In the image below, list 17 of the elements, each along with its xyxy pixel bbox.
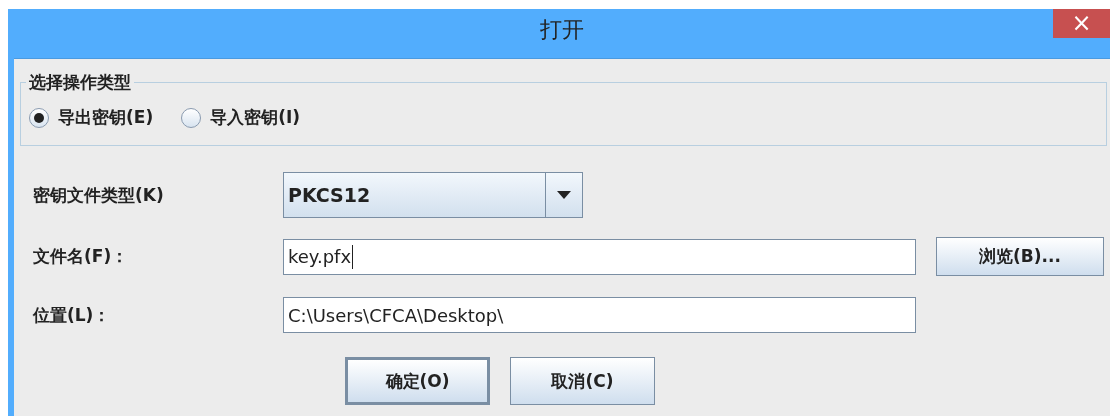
radio-button[interactable]: [181, 107, 202, 128]
radio-button[interactable]: [29, 107, 49, 128]
group-title: 选择操作类型: [28, 71, 132, 94]
browse-button[interactable]: 浏览(B)...: [936, 237, 1104, 276]
field-label: 位置(L)：: [32, 303, 112, 327]
key-type-dropdown[interactable]: PKCS12: [283, 172, 583, 218]
field-label: 文件名(F)：: [32, 245, 130, 268]
field-label: 密钥文件类型(K): [32, 183, 165, 207]
close-button[interactable]: ×: [1053, 9, 1110, 38]
window-title: 打开: [540, 15, 584, 44]
file-name-field[interactable]: key.pfx: [283, 238, 916, 275]
dialog-button[interactable]: 确定(O): [345, 357, 490, 405]
dialog-button[interactable]: 取消(C): [510, 357, 655, 405]
location-field[interactable]: C:\Users\CFCA\Desktop\: [283, 297, 916, 333]
caret-icon: [557, 191, 571, 199]
radio-option[interactable]: 导入密钥(I): [181, 106, 301, 129]
radio-option[interactable]: 导出密钥(E): [29, 106, 154, 129]
